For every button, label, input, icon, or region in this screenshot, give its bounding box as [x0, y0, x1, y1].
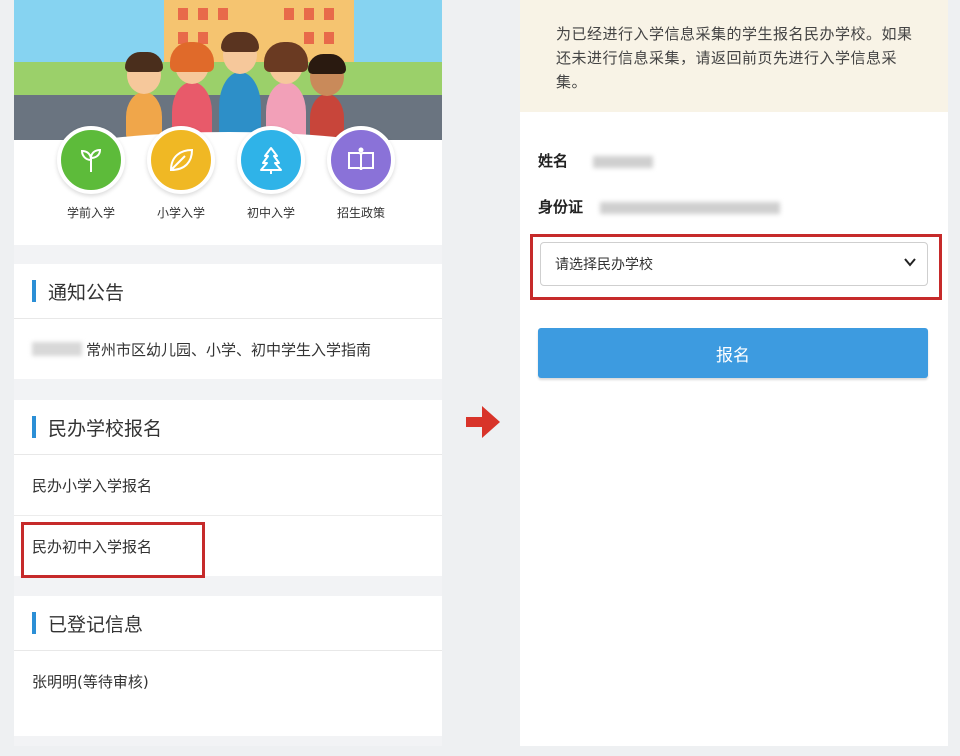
registered-section: 已登记信息 张明明(等待审核) [14, 596, 442, 736]
private-primary-link[interactable]: 民办小学入学报名 [14, 455, 442, 516]
select-value: 请选择民办学校 [555, 257, 653, 273]
notices-header: 通知公告 [14, 264, 442, 319]
category-label: 小学入学 [156, 206, 205, 220]
category-row: 学前入学 小学入学 初中入学 招生政策 [14, 126, 442, 236]
registration-screen: 为已经进行入学信息采集的学生报名民办学校。如果还未进行信息采集，请返回前页先进行… [520, 0, 948, 746]
id-label: 身份证 [538, 198, 584, 216]
category-label: 初中入学 [246, 206, 295, 220]
leaf-icon [147, 126, 215, 194]
redacted-name [593, 155, 654, 168]
section-bar [32, 280, 36, 302]
name-field: 姓名 [538, 150, 654, 171]
category-primary[interactable]: 小学入学 [136, 126, 226, 221]
home-screen: 学前入学 小学入学 初中入学 招生政策 通知公告 常州市区幼儿园、小学、初中学生… [14, 0, 442, 746]
private-school-header: 民办学校报名 [14, 400, 442, 455]
section-title: 已登记信息 [48, 613, 144, 636]
chevron-down-icon [904, 258, 916, 267]
notice-text: 为已经进行入学信息采集的学生报名民办学校。如果还未进行信息采集，请返回前页先进行… [556, 25, 913, 91]
category-label: 学前入学 [66, 206, 115, 220]
sprout-icon [57, 126, 125, 194]
notices-section: 通知公告 常州市区幼儿园、小学、初中学生入学指南 [14, 264, 442, 379]
banner: 学前入学 小学入学 初中入学 招生政策 [14, 0, 442, 245]
category-label: 招生政策 [336, 206, 385, 220]
registered-item[interactable]: 张明明(等待审核) [14, 651, 442, 711]
submit-label: 报名 [716, 345, 750, 366]
category-preschool[interactable]: 学前入学 [46, 126, 136, 221]
registered-text: 张明明(等待审核) [32, 672, 149, 691]
highlight-box [21, 522, 205, 578]
notice-item[interactable]: 常州市区幼儿园、小学、初中学生入学指南 [14, 319, 442, 379]
info-notice: 为已经进行入学信息采集的学生报名民办学校。如果还未进行信息采集，请返回前页先进行… [520, 0, 948, 112]
arrow-right-icon [466, 406, 500, 438]
redacted-id [600, 201, 781, 214]
registered-header: 已登记信息 [14, 596, 442, 651]
notice-text: 常州市区幼儿园、小学、初中学生入学指南 [86, 340, 372, 359]
redacted-text [32, 342, 82, 356]
section-bar [32, 416, 36, 438]
section-title: 民办学校报名 [48, 417, 163, 440]
name-label: 姓名 [538, 152, 569, 170]
submit-button[interactable]: 报名 [538, 328, 928, 378]
book-icon [327, 126, 395, 194]
section-bar [32, 612, 36, 634]
section-title: 通知公告 [48, 281, 125, 304]
category-middle[interactable]: 初中入学 [226, 126, 316, 221]
school-select[interactable]: 请选择民办学校 [540, 242, 928, 286]
category-policy[interactable]: 招生政策 [316, 126, 406, 221]
link-label: 民办小学入学报名 [32, 476, 153, 495]
id-field: 身份证 [538, 196, 781, 217]
tree-icon [237, 126, 305, 194]
